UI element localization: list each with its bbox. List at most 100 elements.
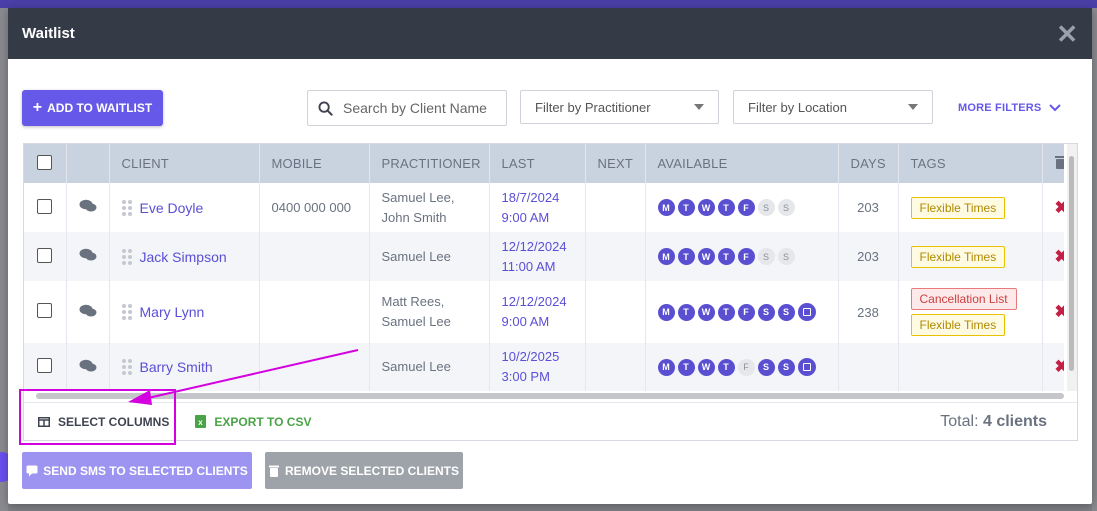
total-prefix: Total: xyxy=(940,412,979,430)
delete-row-icon[interactable]: ✖ xyxy=(1055,198,1065,217)
last-appointment-cell[interactable]: 12/12/2024 9:00 AM xyxy=(489,281,586,343)
mobile-cell xyxy=(259,232,370,281)
background-app-sidebar xyxy=(0,8,8,511)
drag-handle-icon[interactable] xyxy=(121,359,132,375)
note-icon[interactable] xyxy=(797,303,816,321)
horizontal-scrollbar[interactable] xyxy=(36,393,1064,399)
waitlist-table: CLIENT MOBILE PRACTITIONER LAST NEXT AVA… xyxy=(24,144,1064,391)
day-friday: F xyxy=(737,303,755,321)
select-all-checkbox[interactable] xyxy=(37,154,53,170)
chat-icon[interactable] xyxy=(79,359,97,373)
mobile-cell xyxy=(259,343,370,391)
client-name-link[interactable]: Barry Smith xyxy=(140,359,213,375)
client-cell: Barry Smith xyxy=(109,343,260,391)
select-all-cell xyxy=(24,144,67,183)
drag-handle-icon[interactable] xyxy=(121,248,132,265)
practitioner-line: Matt Rees, xyxy=(381,294,445,309)
day-saturday: S xyxy=(757,358,775,376)
day-sunday: S xyxy=(777,303,795,321)
location-filter-select[interactable]: Filter by Location xyxy=(733,90,933,124)
header-last[interactable]: LAST xyxy=(489,144,586,183)
chat-icon[interactable] xyxy=(79,304,97,318)
header-days[interactable]: DAYS xyxy=(838,144,899,183)
row-checkbox[interactable] xyxy=(37,247,53,263)
send-sms-label: SEND SMS TO SELECTED CLIENTS xyxy=(43,463,248,478)
client-name-link[interactable]: Mary Lynn xyxy=(140,304,205,320)
day-thursday: T xyxy=(717,358,735,376)
last-appointment-cell[interactable]: 18/7/2024 9:00 AM xyxy=(489,183,586,232)
drag-handle-icon[interactable] xyxy=(121,304,132,320)
client-name-link[interactable]: Eve Doyle xyxy=(140,200,204,216)
export-csv-button[interactable]: x EXPORT TO CSV xyxy=(195,415,311,429)
client-name-link[interactable]: Jack Simpson xyxy=(140,249,227,265)
delete-row-icon[interactable]: ✖ xyxy=(1055,302,1065,321)
day-saturday: S xyxy=(757,248,775,265)
chevron-down-icon xyxy=(694,104,704,110)
chevron-down-icon xyxy=(908,104,918,110)
days-cell: 203 xyxy=(838,232,899,281)
row-checkbox[interactable] xyxy=(37,303,53,318)
more-filters-button[interactable]: MORE FILTERS xyxy=(958,90,1062,126)
day-saturday: S xyxy=(757,199,775,216)
drag-handle-icon[interactable] xyxy=(121,199,132,216)
tags-cell xyxy=(898,343,1043,391)
availability-cell: M T W T F S S xyxy=(645,183,839,232)
vertical-scrollbar-thumb[interactable] xyxy=(1069,156,1074,371)
last-appointment-cell[interactable]: 12/12/2024 11:00 AM xyxy=(489,232,586,281)
header-available[interactable]: AVAILABLE xyxy=(645,144,839,183)
tags-cell: Flexible Times xyxy=(898,232,1043,281)
location-filter-placeholder: Filter by Location xyxy=(748,99,847,115)
table-row[interactable]: Jack Simpson Samuel Lee 12/12/2024 11:00 … xyxy=(24,232,1064,281)
row-select-cell xyxy=(24,232,67,281)
send-sms-button[interactable]: SEND SMS TO SELECTED CLIENTS xyxy=(22,452,252,489)
day-monday: M xyxy=(657,248,675,265)
availability-cell: M T W T F S S xyxy=(645,232,839,281)
client-search-box[interactable] xyxy=(307,90,507,126)
header-tags[interactable]: TAGS xyxy=(898,144,1043,183)
background-app-edge xyxy=(1092,8,1097,511)
availability-days: M T W T F S S xyxy=(657,199,826,216)
last-appointment-cell[interactable]: 10/2/2025 3:00 PM xyxy=(489,343,586,391)
waitlist-table-container: CLIENT MOBILE PRACTITIONER LAST NEXT AVA… xyxy=(23,143,1078,441)
tag-badge: Cancellation List xyxy=(910,288,1017,310)
table-row[interactable]: Barry Smith Samuel Lee 10/2/2025 3:00 PM … xyxy=(24,343,1064,391)
day-thursday: T xyxy=(717,248,735,265)
day-tuesday: T xyxy=(677,199,695,216)
remove-selected-button[interactable]: REMOVE SELECTED CLIENTS xyxy=(265,452,463,489)
export-csv-label: EXPORT TO CSV xyxy=(214,414,312,429)
header-next[interactable]: NEXT xyxy=(585,144,646,183)
chat-cell xyxy=(66,343,110,391)
delete-cell: ✖ xyxy=(1042,343,1064,391)
row-checkbox[interactable] xyxy=(37,198,53,214)
row-select-cell xyxy=(24,281,67,343)
header-practitioner[interactable]: PRACTITIONER xyxy=(369,144,490,183)
add-to-waitlist-button[interactable]: + ADD TO WAITLIST xyxy=(22,90,163,126)
availability-days: M T W T F S S xyxy=(657,358,826,376)
day-wednesday: W xyxy=(697,248,715,265)
chat-icon[interactable] xyxy=(79,248,97,262)
delete-row-icon[interactable]: ✖ xyxy=(1055,247,1065,266)
table-footer: SELECT COLUMNS x EXPORT TO CSV Total: 4 … xyxy=(24,402,1077,440)
table-row[interactable]: Eve Doyle 0400 000 000 Samuel Lee, John S… xyxy=(24,183,1064,232)
search-input[interactable] xyxy=(343,100,493,116)
availability-days: M T W T F S S xyxy=(657,248,826,265)
client-cell: Eve Doyle xyxy=(109,183,260,232)
practitioner-line: Samuel Lee xyxy=(381,248,451,264)
practitioner-filter-select[interactable]: Filter by Practitioner xyxy=(520,90,719,124)
availability-days: M T W T F S S xyxy=(657,303,826,321)
row-checkbox[interactable] xyxy=(37,358,53,373)
delete-row-icon[interactable]: ✖ xyxy=(1055,357,1065,376)
header-mobile[interactable]: MOBILE xyxy=(259,144,370,183)
day-saturday: S xyxy=(757,303,775,321)
add-to-waitlist-label: ADD TO WAITLIST xyxy=(47,101,153,115)
note-icon[interactable] xyxy=(797,358,816,376)
practitioner-cell: Samuel Lee xyxy=(369,343,490,391)
table-row[interactable]: Mary Lynn Matt Rees, Samuel Lee 12/12/202… xyxy=(24,281,1064,343)
practitioner-cell: Matt Rees, Samuel Lee xyxy=(369,281,490,343)
practitioner-line: Samuel Lee xyxy=(381,314,451,329)
chat-icon[interactable] xyxy=(79,199,97,213)
day-wednesday: W xyxy=(697,199,715,216)
chat-cell xyxy=(66,183,110,232)
header-client[interactable]: CLIENT xyxy=(109,144,260,183)
day-sunday: S xyxy=(777,248,795,265)
